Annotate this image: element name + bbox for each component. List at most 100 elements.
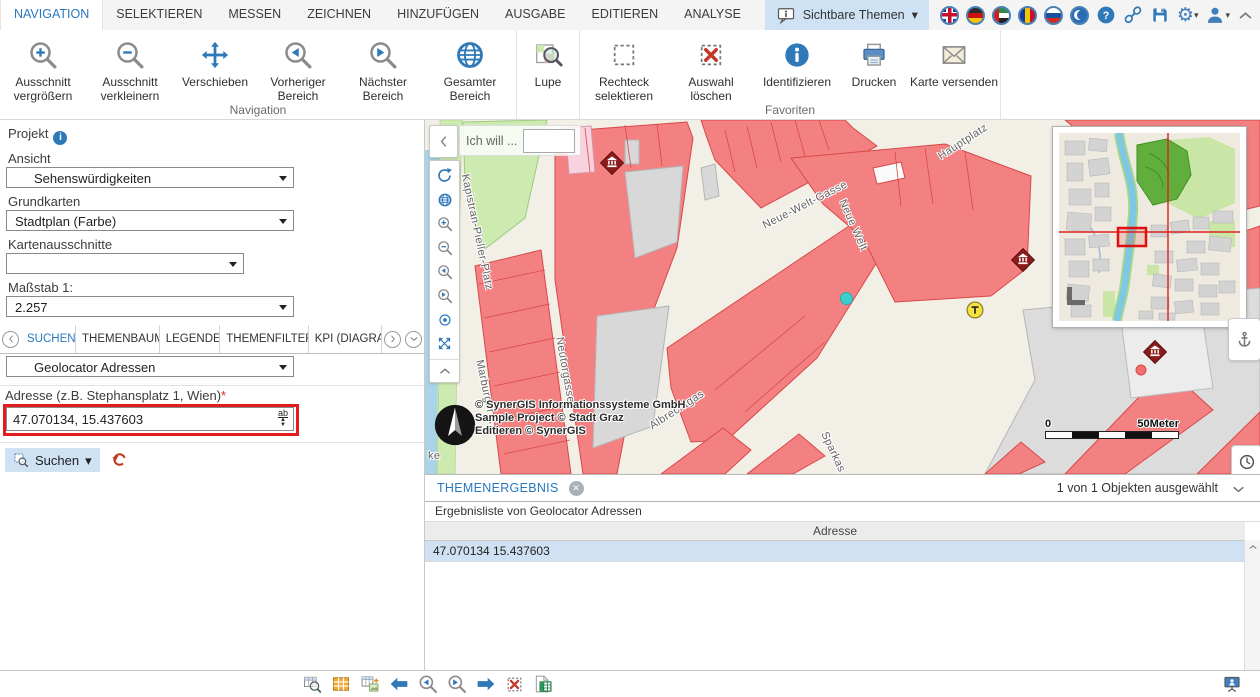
- collapse-results-icon[interactable]: [1231, 482, 1246, 500]
- next-view-icon[interactable]: [447, 674, 467, 694]
- expand-map-icon[interactable]: [437, 336, 452, 351]
- collapse-ribbon-icon[interactable]: [1237, 7, 1254, 24]
- tab-kpi-diagramm[interactable]: KPI (DIAGRA: [309, 325, 382, 353]
- full-extent-icon[interactable]: [437, 192, 453, 208]
- results-scrollbar[interactable]: [1244, 540, 1260, 671]
- table-icon[interactable]: [331, 674, 351, 694]
- tabs-overflow-icon[interactable]: [405, 331, 422, 348]
- overview-map[interactable]: [1053, 127, 1246, 327]
- settings-gear-icon[interactable]: ⚙▾: [1177, 6, 1199, 25]
- previous-record-icon[interactable]: [389, 674, 409, 694]
- table-report-icon[interactable]: [360, 674, 380, 694]
- full-extent-button[interactable]: Gesamter Bereich: [426, 30, 514, 103]
- search-button[interactable]: Suchen ▾: [5, 448, 100, 472]
- magnifier-button[interactable]: Lupe: [517, 30, 579, 89]
- transport-poi-marker[interactable]: [965, 300, 985, 323]
- previous-extent-icon[interactable]: [437, 264, 453, 280]
- massstab-dropdown[interactable]: 2.257: [6, 296, 294, 317]
- zoom-out-icon[interactable]: [437, 240, 453, 256]
- address-field-label: Adresse (z.B. Stephansplatz 1, Wien)*: [5, 388, 226, 403]
- museum-poi-marker[interactable]: [1010, 247, 1036, 276]
- tab-themenfilter[interactable]: THEMENFILTER: [220, 325, 309, 353]
- museum-poi-marker[interactable]: [599, 150, 625, 179]
- results-column-header[interactable]: Adresse: [425, 522, 1245, 541]
- tab-themenergebnis[interactable]: THEMENERGEBNIS: [437, 481, 559, 495]
- results-row-selected[interactable]: 47.070134 15.437603: [425, 541, 1245, 562]
- send-map-icon: [939, 35, 969, 75]
- visible-themes-dropdown[interactable]: Sichtbare Themen ▾: [765, 0, 929, 30]
- time-slider-button[interactable]: [1231, 445, 1260, 474]
- identify-button[interactable]: Identifizieren: [754, 30, 840, 89]
- collapse-toolbar-icon[interactable]: [430, 359, 459, 378]
- user-icon[interactable]: ▾: [1205, 5, 1230, 25]
- tab-legende[interactable]: LEGENDE: [160, 325, 221, 353]
- search-result-point[interactable]: [840, 292, 853, 305]
- geolocator-dropdown[interactable]: Geolocator Adressen: [6, 356, 294, 377]
- menu-tab-messen[interactable]: MESSEN: [215, 0, 294, 30]
- clear-selection-icon[interactable]: [505, 675, 524, 694]
- ribbon-toolbar: Ausschnitt vergrößern Ausschnitt verklei…: [0, 30, 1260, 120]
- print-button[interactable]: Drucken: [840, 30, 908, 89]
- menu-tab-navigation[interactable]: NAVIGATION: [0, 0, 103, 30]
- next-record-icon[interactable]: [476, 674, 496, 694]
- undo-search-icon[interactable]: [110, 450, 128, 471]
- export-excel-icon[interactable]: [533, 674, 553, 694]
- tabs-scroll-right-icon[interactable]: [384, 331, 401, 348]
- pan-icon: [200, 35, 230, 75]
- select-rectangle-button[interactable]: Rechteck selektieren: [580, 30, 668, 103]
- help-icon[interactable]: [1096, 5, 1116, 25]
- link-icon[interactable]: [1123, 5, 1143, 25]
- kartenausschnitte-dropdown[interactable]: [6, 253, 244, 274]
- info-icon[interactable]: i: [53, 131, 67, 145]
- chevron-down-icon: [279, 365, 287, 370]
- magnifier-map-icon: [533, 35, 563, 75]
- zoom-in-button[interactable]: Ausschnitt vergrößern: [0, 30, 86, 103]
- address-input[interactable]: [6, 407, 294, 431]
- identify-icon: [783, 35, 811, 75]
- autocomplete-sort-icon[interactable]: ab▲▼: [274, 409, 292, 429]
- send-map-button[interactable]: Karte versenden: [908, 30, 1000, 89]
- sidebar-panel: Projekti Ansicht Sehenswürdigkeiten Grun…: [0, 120, 425, 670]
- scale-start: 0: [1045, 418, 1051, 430]
- menu-tab-zeichnen[interactable]: ZEICHNEN: [294, 0, 384, 30]
- i-will-input[interactable]: [523, 129, 575, 153]
- ansicht-dropdown[interactable]: Sehenswürdigkeiten: [6, 167, 294, 188]
- next-extent-icon[interactable]: [437, 288, 453, 304]
- center-map-icon[interactable]: [437, 312, 453, 328]
- select-search-icon: [13, 452, 29, 468]
- crescent-flag-icon[interactable]: [1070, 6, 1089, 25]
- menu-tab-editieren[interactable]: EDITIEREN: [578, 0, 671, 30]
- menu-tab-ausgabe[interactable]: AUSGABE: [492, 0, 578, 30]
- menu-tab-analyse[interactable]: ANALYSE: [671, 0, 754, 30]
- pan-button[interactable]: Verschieben: [174, 30, 256, 89]
- museum-poi-marker[interactable]: [1142, 339, 1168, 368]
- clear-selection-button[interactable]: Auswahl löschen: [668, 30, 754, 103]
- germany-flag-icon[interactable]: [966, 6, 985, 25]
- previous-view-icon[interactable]: [418, 674, 438, 694]
- uae-flag-icon[interactable]: [992, 6, 1011, 25]
- field-label-massstab: Maßstab 1:: [8, 280, 73, 295]
- menu-tab-hinzufuegen[interactable]: HINZUFÜGEN: [384, 0, 492, 30]
- street-label: ke: [428, 450, 440, 462]
- scale-end: 50Meter: [1137, 418, 1179, 430]
- previous-extent-button[interactable]: Vorheriger Bereich: [256, 30, 340, 103]
- menu-tab-selektieren[interactable]: SELEKTIEREN: [103, 0, 215, 30]
- uk-flag-icon[interactable]: [940, 6, 959, 25]
- collapse-sidebar-button[interactable]: [429, 125, 458, 158]
- save-icon[interactable]: [1150, 5, 1170, 25]
- close-tab-icon[interactable]: ✕: [569, 481, 584, 496]
- romania-flag-icon[interactable]: [1018, 6, 1037, 25]
- next-extent-button[interactable]: Nächster Bereich: [340, 30, 426, 103]
- grundkarten-dropdown[interactable]: Stadtplan (Farbe): [6, 210, 294, 231]
- open-table-icon[interactable]: [302, 674, 322, 694]
- tab-suchen[interactable]: SUCHEN: [21, 325, 76, 353]
- zoom-in-icon[interactable]: [437, 216, 453, 232]
- pin-overview-button[interactable]: [1228, 318, 1260, 361]
- tabs-scroll-left-icon[interactable]: [2, 331, 19, 348]
- tab-themenbaum[interactable]: THEMENBAUM: [76, 325, 160, 353]
- russia-flag-icon[interactable]: [1044, 6, 1063, 25]
- presentation-icon[interactable]: [1222, 674, 1242, 697]
- zoom-out-button[interactable]: Ausschnitt verkleinern: [86, 30, 174, 103]
- map-attribution: © SynerGIS Informationssysteme GmbH Samp…: [475, 399, 685, 438]
- refresh-map-icon[interactable]: [436, 167, 453, 184]
